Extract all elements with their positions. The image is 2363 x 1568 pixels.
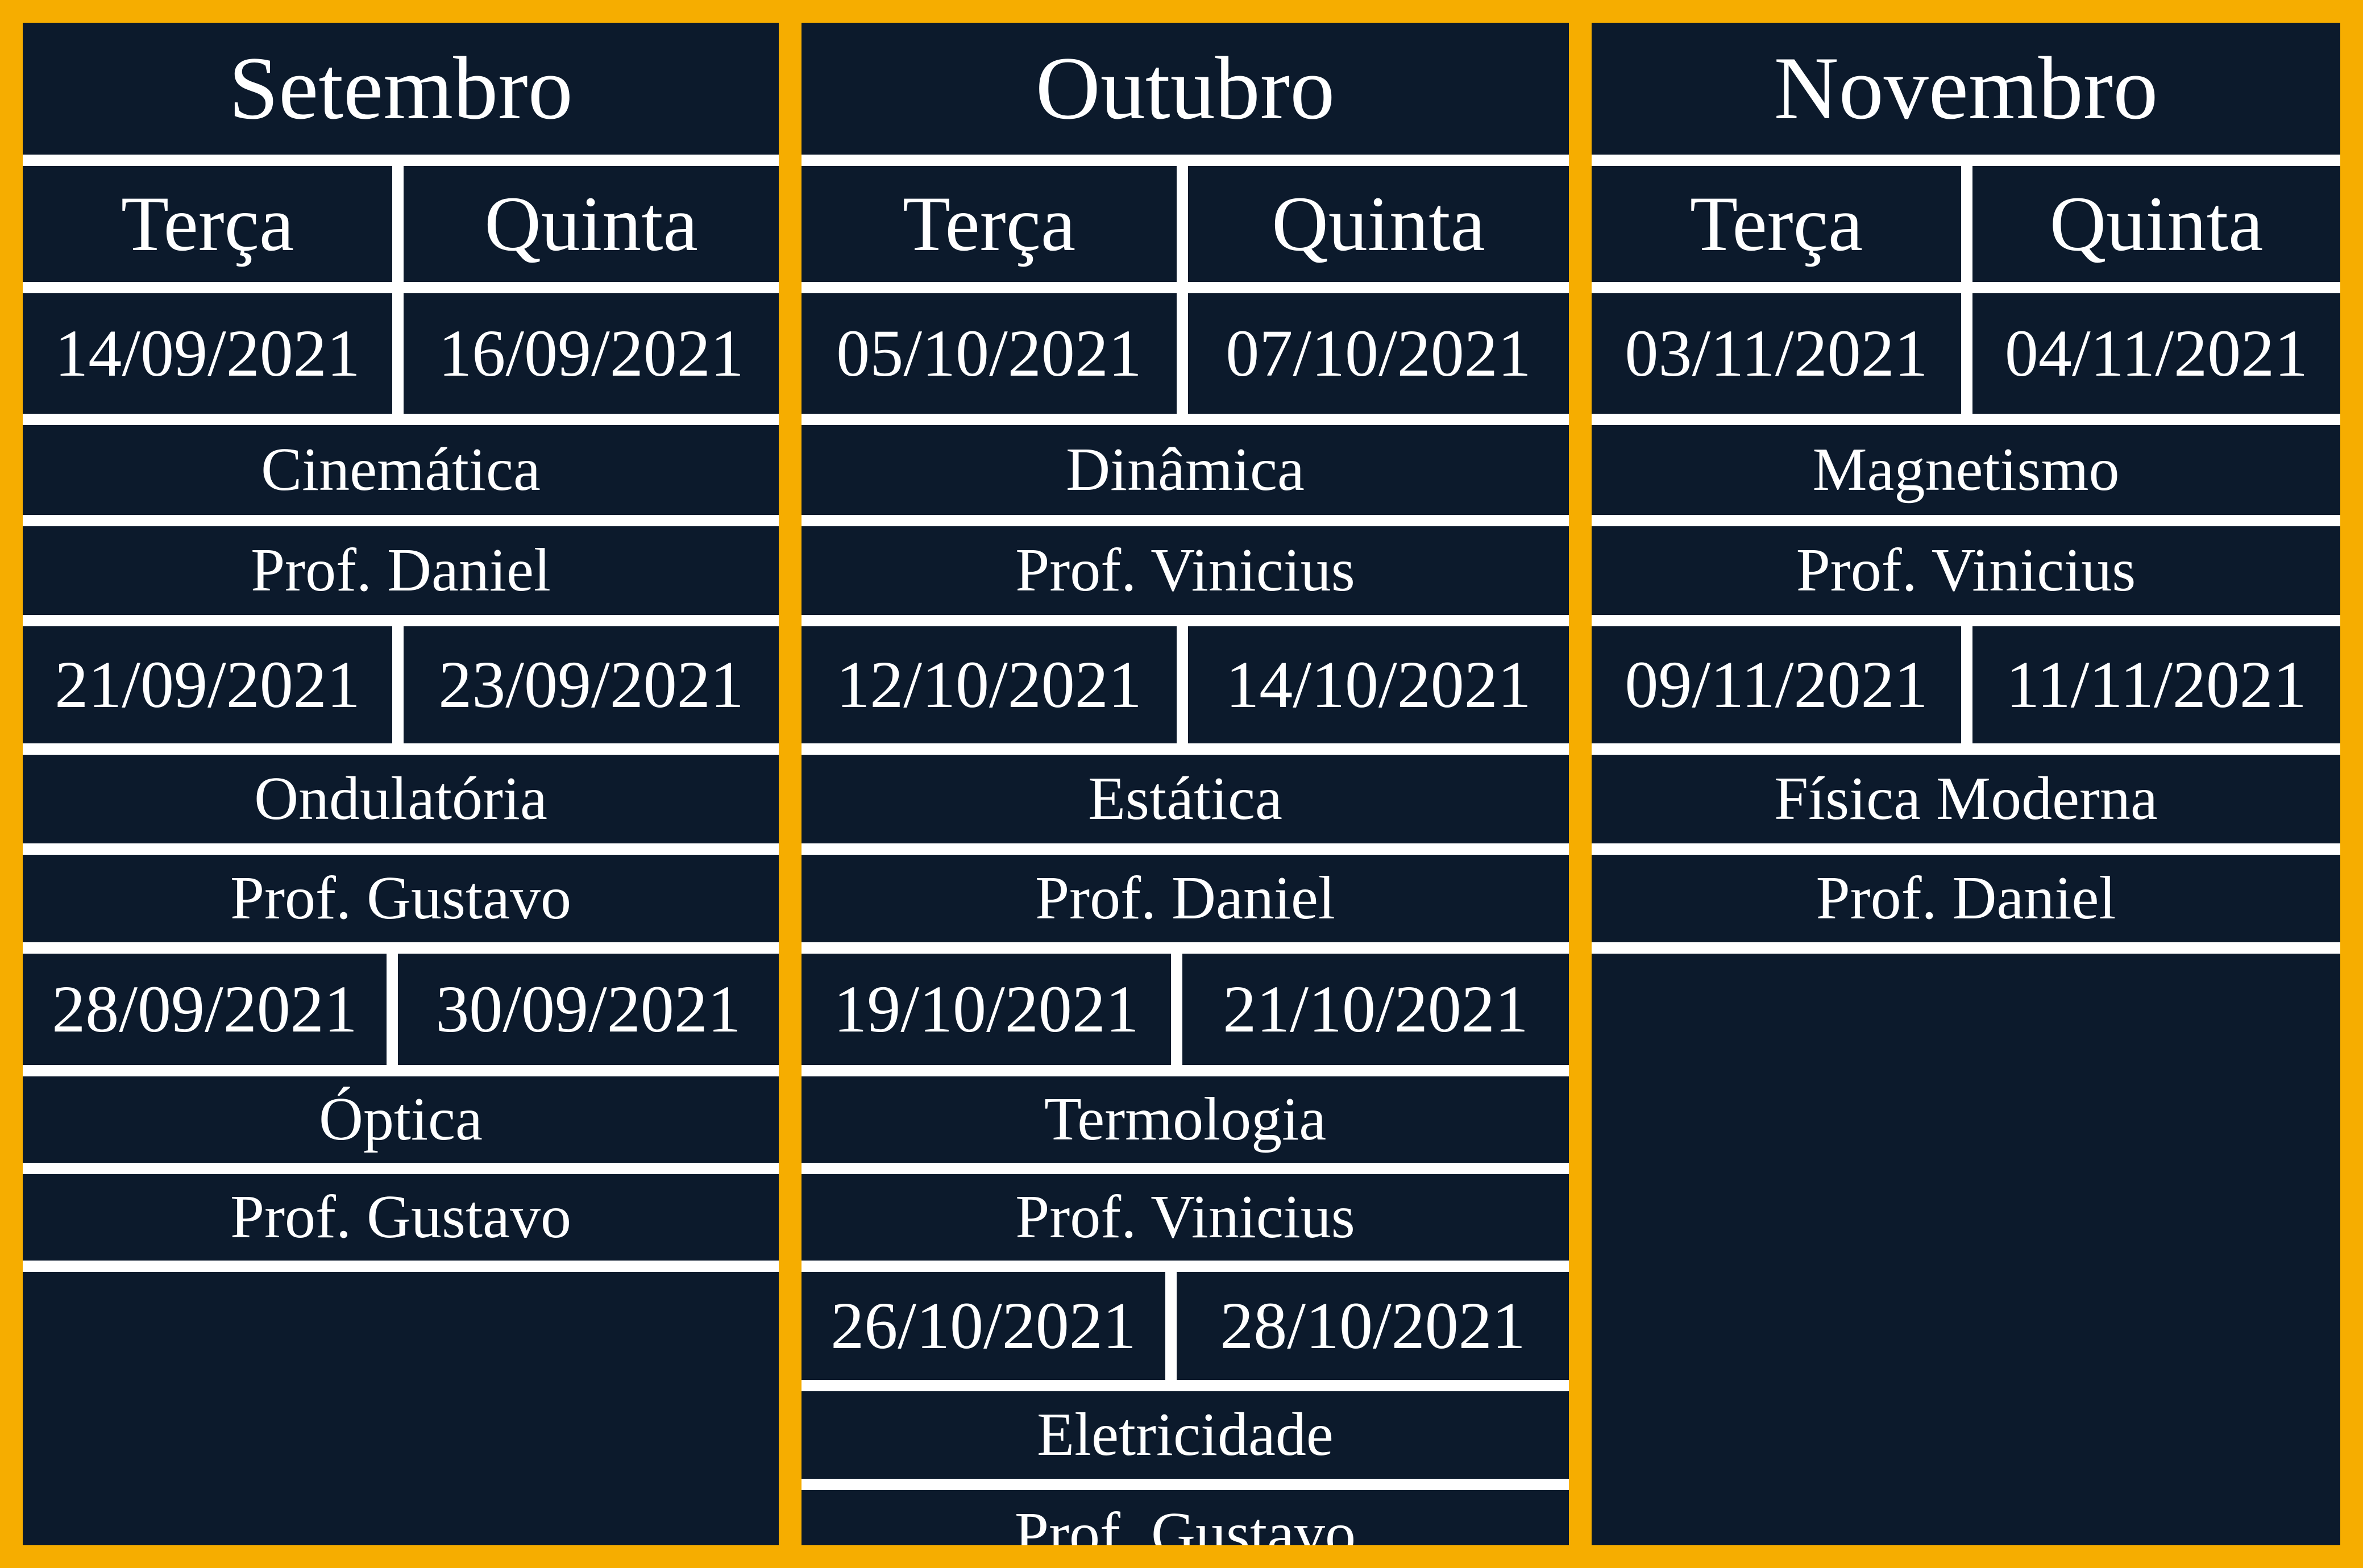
month-column-outubro: Outubro Terça Quinta 05/10/2021 07/10/20… bbox=[801, 23, 1569, 1545]
divider bbox=[801, 282, 1569, 293]
divider bbox=[1171, 954, 1182, 1065]
divider bbox=[801, 1163, 1569, 1174]
professor-label: Prof. Gustavo bbox=[801, 1490, 1569, 1545]
divider bbox=[1177, 626, 1188, 743]
divider bbox=[387, 954, 398, 1065]
date-cell: 16/09/2021 bbox=[404, 293, 779, 414]
date-cell: 03/11/2021 bbox=[1592, 293, 1961, 414]
divider bbox=[23, 282, 779, 293]
professor-label: Prof. Gustavo bbox=[23, 1174, 779, 1261]
topic-label: Estática bbox=[801, 755, 1569, 843]
divider bbox=[801, 1380, 1569, 1391]
date-cell: 04/11/2021 bbox=[1972, 293, 2340, 414]
professor-label: Prof. Daniel bbox=[1592, 855, 2340, 942]
topic-label: Física Moderna bbox=[1592, 755, 2340, 843]
topic-label: Magnetismo bbox=[1592, 425, 2340, 515]
divider bbox=[23, 155, 779, 166]
date-cell: 26/10/2021 bbox=[801, 1272, 1165, 1380]
divider bbox=[1592, 743, 2340, 755]
divider bbox=[23, 743, 779, 755]
date-cell: 28/10/2021 bbox=[1177, 1272, 1569, 1380]
date-cell: 14/10/2021 bbox=[1188, 626, 1569, 743]
divider bbox=[1592, 843, 2340, 855]
divider bbox=[1165, 1272, 1177, 1380]
date-cell: 28/09/2021 bbox=[23, 954, 387, 1065]
weekday-header-thursday: Quinta bbox=[1972, 166, 2340, 282]
divider bbox=[1592, 282, 2340, 293]
divider bbox=[801, 1065, 1569, 1076]
divider bbox=[23, 515, 779, 526]
divider bbox=[23, 1065, 779, 1076]
date-cell: 05/10/2021 bbox=[801, 293, 1177, 414]
weekday-header-thursday: Quinta bbox=[404, 166, 779, 282]
topic-label: Óptica bbox=[23, 1076, 779, 1163]
divider bbox=[1961, 626, 1972, 743]
divider bbox=[1961, 166, 1972, 425]
weekday-header-tuesday: Terça bbox=[801, 166, 1177, 282]
date-cell: 21/10/2021 bbox=[1182, 954, 1569, 1065]
divider bbox=[801, 942, 1569, 954]
divider bbox=[801, 515, 1569, 526]
professor-label: Prof. Vinicius bbox=[801, 1174, 1569, 1261]
month-title: Outubro bbox=[801, 23, 1569, 155]
date-cell: 14/09/2021 bbox=[23, 293, 392, 414]
month-title: Novembro bbox=[1592, 23, 2340, 155]
date-cell: 19/10/2021 bbox=[801, 954, 1171, 1065]
date-cell: 30/09/2021 bbox=[398, 954, 779, 1065]
professor-label: Prof. Daniel bbox=[23, 526, 779, 615]
topic-label: Dinâmica bbox=[801, 425, 1569, 515]
divider bbox=[801, 743, 1569, 755]
divider bbox=[23, 1163, 779, 1174]
weekday-header-thursday: Quinta bbox=[1188, 166, 1569, 282]
divider bbox=[23, 1261, 779, 1272]
divider bbox=[392, 166, 404, 425]
date-cell: 11/11/2021 bbox=[1972, 626, 2340, 743]
divider bbox=[23, 942, 779, 954]
divider bbox=[1592, 155, 2340, 166]
month-column-novembro: Novembro Terça Quinta 03/11/2021 04/11/2… bbox=[1592, 23, 2340, 1545]
divider bbox=[392, 626, 404, 743]
divider bbox=[801, 1479, 1569, 1490]
topic-label: Eletricidade bbox=[801, 1391, 1569, 1479]
date-cell: 12/10/2021 bbox=[801, 626, 1177, 743]
date-cell: 21/09/2021 bbox=[23, 626, 392, 743]
divider bbox=[1177, 166, 1188, 425]
date-cell: 09/11/2021 bbox=[1592, 626, 1961, 743]
professor-label: Prof. Vinicius bbox=[801, 526, 1569, 615]
divider bbox=[1592, 942, 2340, 954]
divider bbox=[801, 615, 1569, 626]
divider bbox=[1592, 414, 2340, 425]
schedule-board: Setembro Terça Quinta 14/09/2021 16/09/2… bbox=[0, 0, 2363, 1568]
weekday-header-tuesday: Terça bbox=[23, 166, 392, 282]
month-column-setembro: Setembro Terça Quinta 14/09/2021 16/09/2… bbox=[23, 23, 779, 1545]
professor-label: Prof. Vinicius bbox=[1592, 526, 2340, 615]
divider bbox=[1592, 615, 2340, 626]
divider bbox=[801, 843, 1569, 855]
month-title: Setembro bbox=[23, 23, 779, 155]
divider bbox=[1592, 515, 2340, 526]
divider bbox=[23, 843, 779, 855]
professor-label: Prof. Daniel bbox=[801, 855, 1569, 942]
divider bbox=[23, 615, 779, 626]
divider bbox=[801, 414, 1569, 425]
divider bbox=[801, 1261, 1569, 1272]
divider bbox=[23, 414, 779, 425]
topic-label: Ondulatória bbox=[23, 755, 779, 843]
topic-label: Termologia bbox=[801, 1076, 1569, 1163]
date-cell: 07/10/2021 bbox=[1188, 293, 1569, 414]
topic-label: Cinemática bbox=[23, 425, 779, 515]
professor-label: Prof. Gustavo bbox=[23, 855, 779, 942]
date-cell: 23/09/2021 bbox=[404, 626, 779, 743]
weekday-header-tuesday: Terça bbox=[1592, 166, 1961, 282]
divider bbox=[801, 155, 1569, 166]
